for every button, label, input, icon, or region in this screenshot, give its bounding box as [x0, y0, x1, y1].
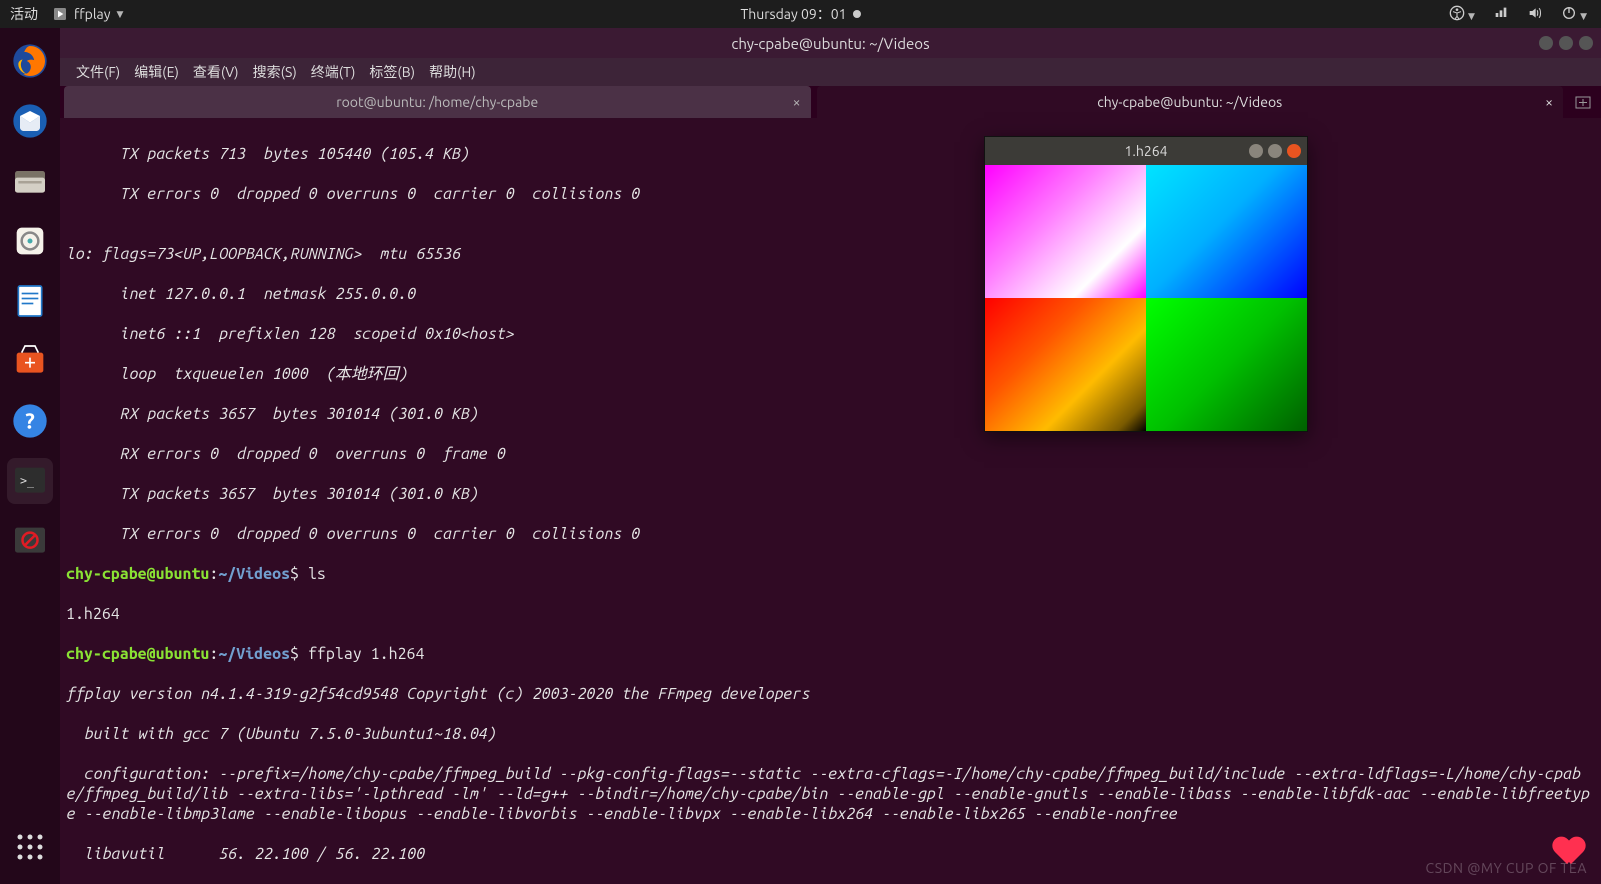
new-tab-button[interactable]	[1569, 86, 1597, 118]
firefox-launcher[interactable]	[7, 38, 53, 84]
video-quadrant	[1146, 165, 1307, 298]
window-titlebar[interactable]: chy-cpabe@ubuntu: ~/Videos	[60, 28, 1601, 58]
terminal-line: inet6 ::1 prefixlen 128 scopeid 0x10<hos…	[66, 324, 1595, 344]
thunderbird-launcher[interactable]	[7, 98, 53, 144]
libreoffice-writer-launcher[interactable]	[7, 278, 53, 324]
window-title-text: chy-cpabe@ubuntu: ~/Videos	[731, 35, 929, 52]
menu-search[interactable]: 搜索(S)	[249, 60, 301, 84]
terminal-menubar: 文件(F) 编辑(E) 查看(V) 搜索(S) 终端(T) 标签(B) 帮助(H…	[60, 58, 1601, 86]
terminal-line: configuration: --prefix=/home/chy-cpabe/…	[66, 764, 1595, 824]
accessibility-icon	[1449, 5, 1465, 21]
prompt-line: chy-cpabe@ubuntu:~/Videos$ ffplay 1.h264	[66, 644, 1595, 664]
activities-button[interactable]: 活动	[10, 4, 38, 24]
window-maximize-button[interactable]	[1268, 144, 1282, 158]
svg-text:?: ?	[25, 410, 35, 434]
svg-text:>_: >_	[20, 473, 35, 487]
window-maximize-button[interactable]	[1559, 36, 1573, 50]
ffplay-video-canvas	[985, 165, 1307, 431]
show-applications-button[interactable]	[7, 824, 53, 870]
heart-icon	[1553, 838, 1585, 866]
accessibility-menu[interactable]: ▼	[1449, 5, 1475, 24]
menu-edit[interactable]: 编辑(E)	[130, 60, 183, 84]
volume-icon[interactable]	[1527, 5, 1543, 24]
ubuntu-software-launcher[interactable]	[7, 338, 53, 384]
blocked-app-launcher[interactable]	[7, 518, 53, 564]
terminal-tabstrip: root@ubuntu: /home/chy-cpabe × chy-cpabe…	[60, 86, 1601, 118]
terminal-line: RX errors 0 dropped 0 overruns 0 frame 0	[66, 444, 1595, 464]
terminal-tab-0[interactable]: root@ubuntu: /home/chy-cpabe ×	[64, 86, 811, 118]
clock-label: Thursday 09：01	[740, 4, 846, 24]
close-icon[interactable]: ×	[793, 94, 801, 110]
terminal-line: loop txqueuelen 1000 (本地环回)	[66, 364, 1595, 384]
window-close-button[interactable]	[1287, 144, 1301, 158]
window-close-button[interactable]	[1579, 36, 1593, 50]
terminal-line: inet 127.0.0.1 netmask 255.0.0.0	[66, 284, 1595, 304]
app-menu-label: ffplay	[74, 6, 110, 22]
video-quadrant	[1146, 298, 1307, 431]
ffplay-title-text: 1.h264	[1124, 143, 1167, 159]
tab-label: root@ubuntu: /home/chy-cpabe	[336, 94, 538, 110]
terminal-tab-1[interactable]: chy-cpabe@ubuntu: ~/Videos ×	[817, 86, 1564, 118]
video-quadrant	[985, 165, 1146, 298]
rhythmbox-launcher[interactable]	[7, 218, 53, 264]
menu-file[interactable]: 文件(F)	[72, 60, 124, 84]
ffplay-titlebar[interactable]: 1.h264	[985, 137, 1307, 165]
terminal-line: lo: flags=73<UP,LOOPBACK,RUNNING> mtu 65…	[66, 244, 1595, 264]
ffplay-window[interactable]: 1.h264	[984, 136, 1308, 432]
ffplay-app-icon	[52, 6, 68, 22]
ubuntu-dock: ? >_	[0, 28, 60, 884]
close-icon[interactable]: ×	[1545, 94, 1553, 110]
terminal-line: TX packets 3657 bytes 301014 (301.0 KB)	[66, 484, 1595, 504]
notification-dot-icon	[853, 10, 861, 18]
terminal-line: TX errors 0 dropped 0 overruns 0 carrier…	[66, 524, 1595, 544]
menu-view[interactable]: 查看(V)	[189, 60, 243, 84]
chevron-down-icon: ▼	[116, 9, 123, 20]
menu-tabs[interactable]: 标签(B)	[365, 60, 419, 84]
files-launcher[interactable]	[7, 158, 53, 204]
video-quadrant	[985, 298, 1146, 431]
terminal-content[interactable]: TX packets 713 bytes 105440 (105.4 KB) T…	[60, 118, 1601, 884]
terminal-line: built with gcc 7 (Ubuntu 7.5.0-3ubuntu1~…	[66, 724, 1595, 744]
menu-terminal[interactable]: 终端(T)	[307, 60, 360, 84]
power-menu[interactable]: ▼	[1561, 5, 1587, 24]
window-minimize-button[interactable]	[1249, 144, 1263, 158]
prompt-line: chy-cpabe@ubuntu:~/Videos$ ls	[66, 564, 1595, 584]
tab-label: chy-cpabe@ubuntu: ~/Videos	[1097, 94, 1282, 110]
clock[interactable]: Thursday 09：01	[740, 4, 860, 24]
gnome-topbar: 活动 ffplay ▼ Thursday 09：01 ▼ ▼	[0, 0, 1601, 28]
terminal-line: libavutil 56. 22.100 / 56. 22.100	[66, 844, 1595, 864]
network-icon[interactable]	[1493, 5, 1509, 24]
terminal-line: RX packets 3657 bytes 301014 (301.0 KB)	[66, 404, 1595, 424]
terminal-line: TX errors 0 dropped 0 overruns 0 carrier…	[66, 184, 1595, 204]
terminal-line: 1.h264	[66, 604, 1595, 624]
menu-help[interactable]: 帮助(H)	[425, 60, 480, 84]
terminal-line: TX packets 713 bytes 105440 (105.4 KB)	[66, 144, 1595, 164]
terminal-launcher[interactable]: >_	[7, 458, 53, 504]
app-menu[interactable]: ffplay ▼	[52, 6, 123, 22]
new-tab-icon	[1575, 94, 1591, 110]
help-launcher[interactable]: ?	[7, 398, 53, 444]
window-minimize-button[interactable]	[1539, 36, 1553, 50]
terminal-line: ffplay version n4.1.4-319-g2f54cd9548 Co…	[66, 684, 1595, 704]
